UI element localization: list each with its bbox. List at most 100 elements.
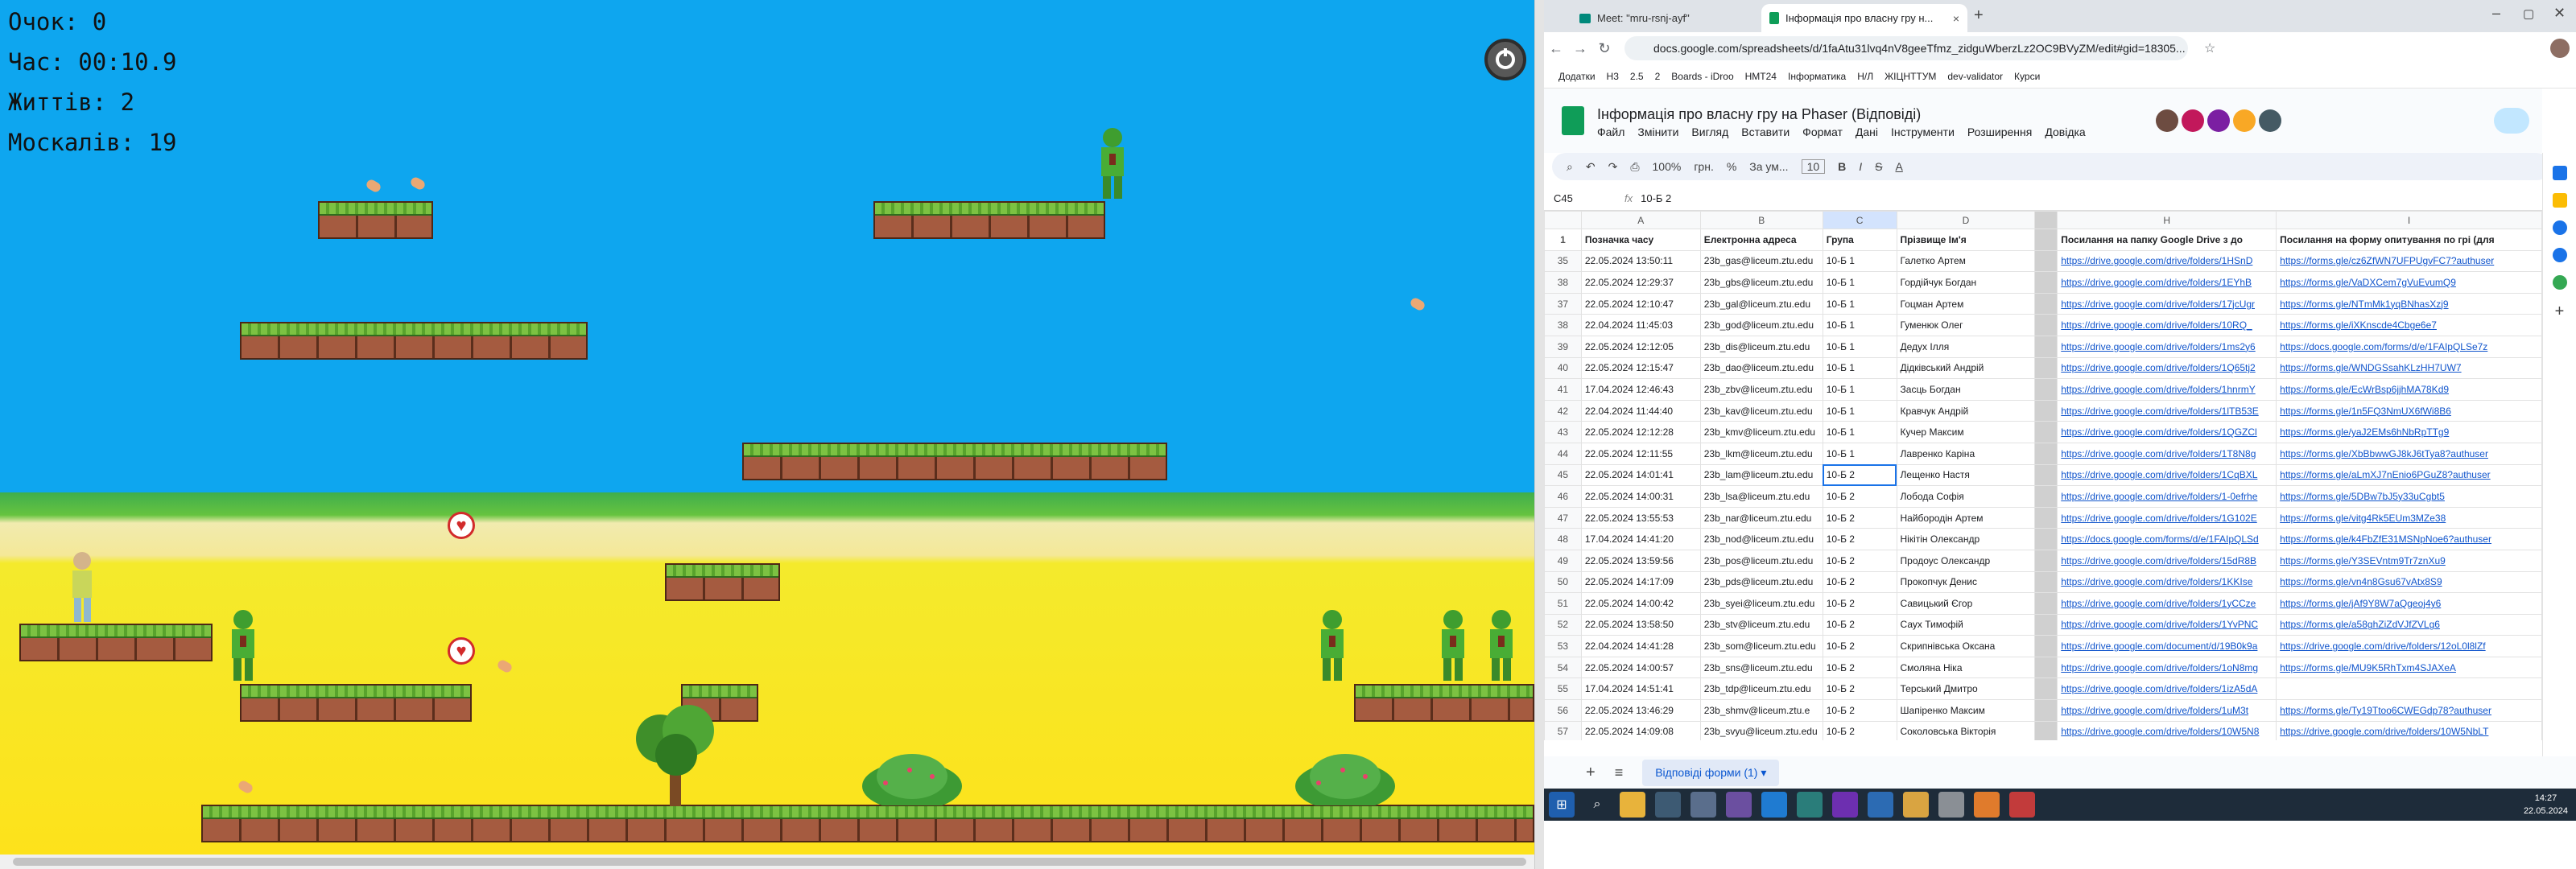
cell-email[interactable]: 23b_pos@liceum.ztu.edu xyxy=(1699,549,1823,572)
start-icon[interactable]: ⊞ xyxy=(1549,792,1575,818)
row-header[interactable]: 37 xyxy=(1544,292,1582,315)
cell-form-link[interactable]: https://forms.gle/a58ghZiZdVJfZVLg6 xyxy=(2276,613,2542,636)
cell-email[interactable]: 23b_dis@liceum.ztu.edu xyxy=(1699,335,1823,358)
column-header[interactable]: H xyxy=(2057,211,2277,229)
undo-icon[interactable]: ↶ xyxy=(1586,160,1596,174)
cell-timestamp[interactable]: 22.05.2024 13:59:56 xyxy=(1580,549,1701,572)
cell-drive-link[interactable]: https://drive.google.com/drive/folders/1… xyxy=(2057,356,2277,380)
row-header[interactable]: 53 xyxy=(1544,635,1582,657)
font-size-input[interactable]: 10 xyxy=(1801,159,1826,174)
header-cell[interactable]: Прізвище Ім'я xyxy=(1896,229,2036,251)
cell-timestamp[interactable]: 22.05.2024 13:58:50 xyxy=(1580,613,1701,636)
cell-drive-link[interactable]: https://drive.google.com/drive/folders/1… xyxy=(2057,720,2277,740)
cell-drive-link[interactable]: https://drive.google.com/drive/folders/1… xyxy=(2057,292,2277,315)
cell-timestamp[interactable]: 22.05.2024 12:15:47 xyxy=(1580,356,1701,380)
percent-button[interactable]: % xyxy=(1727,160,1736,173)
cell-timestamp[interactable]: 22.05.2024 12:12:28 xyxy=(1580,421,1701,443)
cell-form-link[interactable]: https://forms.gle/Ty19Ttoo6CWEGdp78?auth… xyxy=(2276,699,2542,722)
game-horizontal-scrollbar[interactable] xyxy=(0,855,1534,869)
all-sheets-icon[interactable]: ≡ xyxy=(1615,764,1624,781)
cell-group[interactable]: 10-Б 1 xyxy=(1822,356,1897,380)
cell-name[interactable]: Шапіренко Максим xyxy=(1896,699,2036,722)
menu-data[interactable]: Дані xyxy=(1856,126,1878,138)
window-splitter[interactable] xyxy=(1534,0,1544,869)
cell-name[interactable]: Прокопчук Денис xyxy=(1896,570,2036,594)
minimize-button[interactable]: – xyxy=(2492,5,2500,22)
cell-form-link[interactable]: https://forms.gle/MU9K5RhTxm4SJAXeA xyxy=(2276,656,2542,679)
column-header[interactable]: D xyxy=(1896,211,2036,229)
restart-icon[interactable] xyxy=(1484,39,1526,80)
cell-drive-link[interactable]: https://drive.google.com/drive/folders/1… xyxy=(2057,485,2277,508)
cell-group[interactable]: 10-Б 1 xyxy=(1822,249,1897,273)
cell-email[interactable]: 23b_dao@liceum.ztu.edu xyxy=(1699,356,1823,380)
name-box[interactable]: C45 xyxy=(1544,192,1616,204)
row-header[interactable]: 39 xyxy=(1544,335,1582,358)
collaborator-avatars[interactable] xyxy=(2156,109,2281,132)
row-header[interactable]: 44 xyxy=(1544,442,1582,465)
chrome-icon[interactable] xyxy=(2009,792,2035,818)
menu-view[interactable]: Вигляд xyxy=(1691,126,1728,138)
header-cell[interactable]: Посилання на папку Google Drive з до xyxy=(2057,229,2277,251)
cell-email[interactable]: 23b_stv@liceum.ztu.edu xyxy=(1699,613,1823,636)
game-window[interactable]: Очок: 0 Час: 00:10.9 Життів: 2 Москалів:… xyxy=(0,0,1534,869)
app-icon[interactable] xyxy=(1797,792,1823,818)
cell-form-link[interactable]: https://forms.gle/jAf9Y8W7aQgeoj4y6 xyxy=(2276,592,2542,615)
system-clock[interactable]: 14:27 22.05.2024 xyxy=(2524,792,2568,818)
row-header[interactable]: 49 xyxy=(1544,549,1582,572)
cell-form-link[interactable]: https://forms.gle/5DBw7bJ5y33uCgbt5 xyxy=(2276,485,2542,508)
cell-name[interactable]: Галетко Артем xyxy=(1896,249,2036,273)
reload-icon[interactable]: ↻ xyxy=(1592,40,1616,57)
vscode-icon[interactable] xyxy=(1761,792,1787,818)
spreadsheet-grid[interactable]: A B C D H I 1 Позначка часу Електронна а… xyxy=(1544,211,2542,740)
cell-timestamp[interactable]: 22.05.2024 12:11:55 xyxy=(1580,442,1701,465)
calendar-icon[interactable] xyxy=(2552,166,2567,180)
cell-name[interactable]: Скрипнівська Оксана xyxy=(1896,635,2036,657)
cell-form-link[interactable]: https://forms.gle/VaDXCem7gVuEvumQ9 xyxy=(2276,271,2542,294)
cell-group[interactable]: 10-Б 2 xyxy=(1822,570,1897,594)
cell-timestamp[interactable]: 22.05.2024 14:17:09 xyxy=(1580,570,1701,594)
close-icon[interactable]: × xyxy=(1953,12,1959,25)
column-header[interactable]: B xyxy=(1699,211,1823,229)
cell-group[interactable]: 10-Б 1 xyxy=(1822,314,1897,336)
cell-name[interactable]: Гордійчук Богдан xyxy=(1896,271,2036,294)
add-icon[interactable]: + xyxy=(2543,303,2576,321)
row-header[interactable]: 48 xyxy=(1544,528,1582,550)
cell-email[interactable]: 23b_god@liceum.ztu.edu xyxy=(1699,314,1823,336)
font-select[interactable]: За ум... xyxy=(1749,160,1788,173)
cell-timestamp[interactable]: 22.05.2024 14:00:42 xyxy=(1580,592,1701,615)
cell-group[interactable]: 10-Б 2 xyxy=(1822,549,1897,572)
cell-drive-link[interactable]: https://drive.google.com/document/d/19B0… xyxy=(2057,635,2277,657)
cell-timestamp[interactable]: 22.05.2024 14:09:08 xyxy=(1580,720,1701,740)
cell-drive-link[interactable]: https://drive.google.com/drive/folders/1… xyxy=(2057,677,2277,701)
cell-email[interactable]: 23b_gas@liceum.ztu.edu xyxy=(1699,249,1823,273)
cell-group[interactable]: 10-Б 2 xyxy=(1822,720,1897,740)
cell-drive-link[interactable]: https://drive.google.com/drive/folders/1… xyxy=(2057,656,2277,679)
cell-drive-link[interactable]: https://drive.google.com/drive/folders/1… xyxy=(2057,421,2277,443)
bookmark-item[interactable]: 2 xyxy=(1655,71,1661,82)
zoom-select[interactable]: 100% xyxy=(1653,160,1682,173)
menu-extensions[interactable]: Розширення xyxy=(1967,126,2032,138)
cell-name[interactable]: Кучер Максим xyxy=(1896,421,2036,443)
menu-help[interactable]: Довідка xyxy=(2045,126,2085,138)
row-header[interactable]: 51 xyxy=(1544,592,1582,615)
star-icon[interactable]: ☆ xyxy=(2204,40,2215,56)
sheets-logo-icon[interactable] xyxy=(1562,106,1584,135)
strikethrough-button[interactable]: S xyxy=(1875,160,1882,173)
cell-name[interactable]: Савицький Єгор xyxy=(1896,592,2036,615)
cell-drive-link[interactable]: https://drive.google.com/drive/folders/1… xyxy=(2057,314,2277,336)
cell-group[interactable]: 10-Б 2 xyxy=(1822,592,1897,615)
cell-group[interactable]: 10-Б 2 xyxy=(1822,485,1897,508)
cell-drive-link[interactable]: https://drive.google.com/drive/folders/1… xyxy=(2057,570,2277,594)
cell-drive-link[interactable]: https://drive.google.com/drive/folders/1… xyxy=(2057,249,2277,273)
row-header[interactable]: 50 xyxy=(1544,570,1582,594)
bookmark-item[interactable]: 2.5 xyxy=(1630,71,1644,82)
cell-group[interactable]: 10-Б 2 xyxy=(1822,635,1897,657)
store-icon[interactable] xyxy=(1868,792,1893,818)
close-window-button[interactable]: ✕ xyxy=(2553,5,2566,22)
cell-timestamp[interactable]: 17.04.2024 14:41:20 xyxy=(1580,528,1701,550)
cell-timestamp[interactable]: 17.04.2024 12:46:43 xyxy=(1580,378,1701,401)
cell-name[interactable]: Дедух Ілля xyxy=(1896,335,2036,358)
cell-name[interactable]: Соколовська Вікторія xyxy=(1896,720,2036,740)
cell-name[interactable]: Лавренко Каріна xyxy=(1896,442,2036,465)
cell-drive-link[interactable]: https://drive.google.com/drive/folders/1… xyxy=(2057,463,2277,487)
